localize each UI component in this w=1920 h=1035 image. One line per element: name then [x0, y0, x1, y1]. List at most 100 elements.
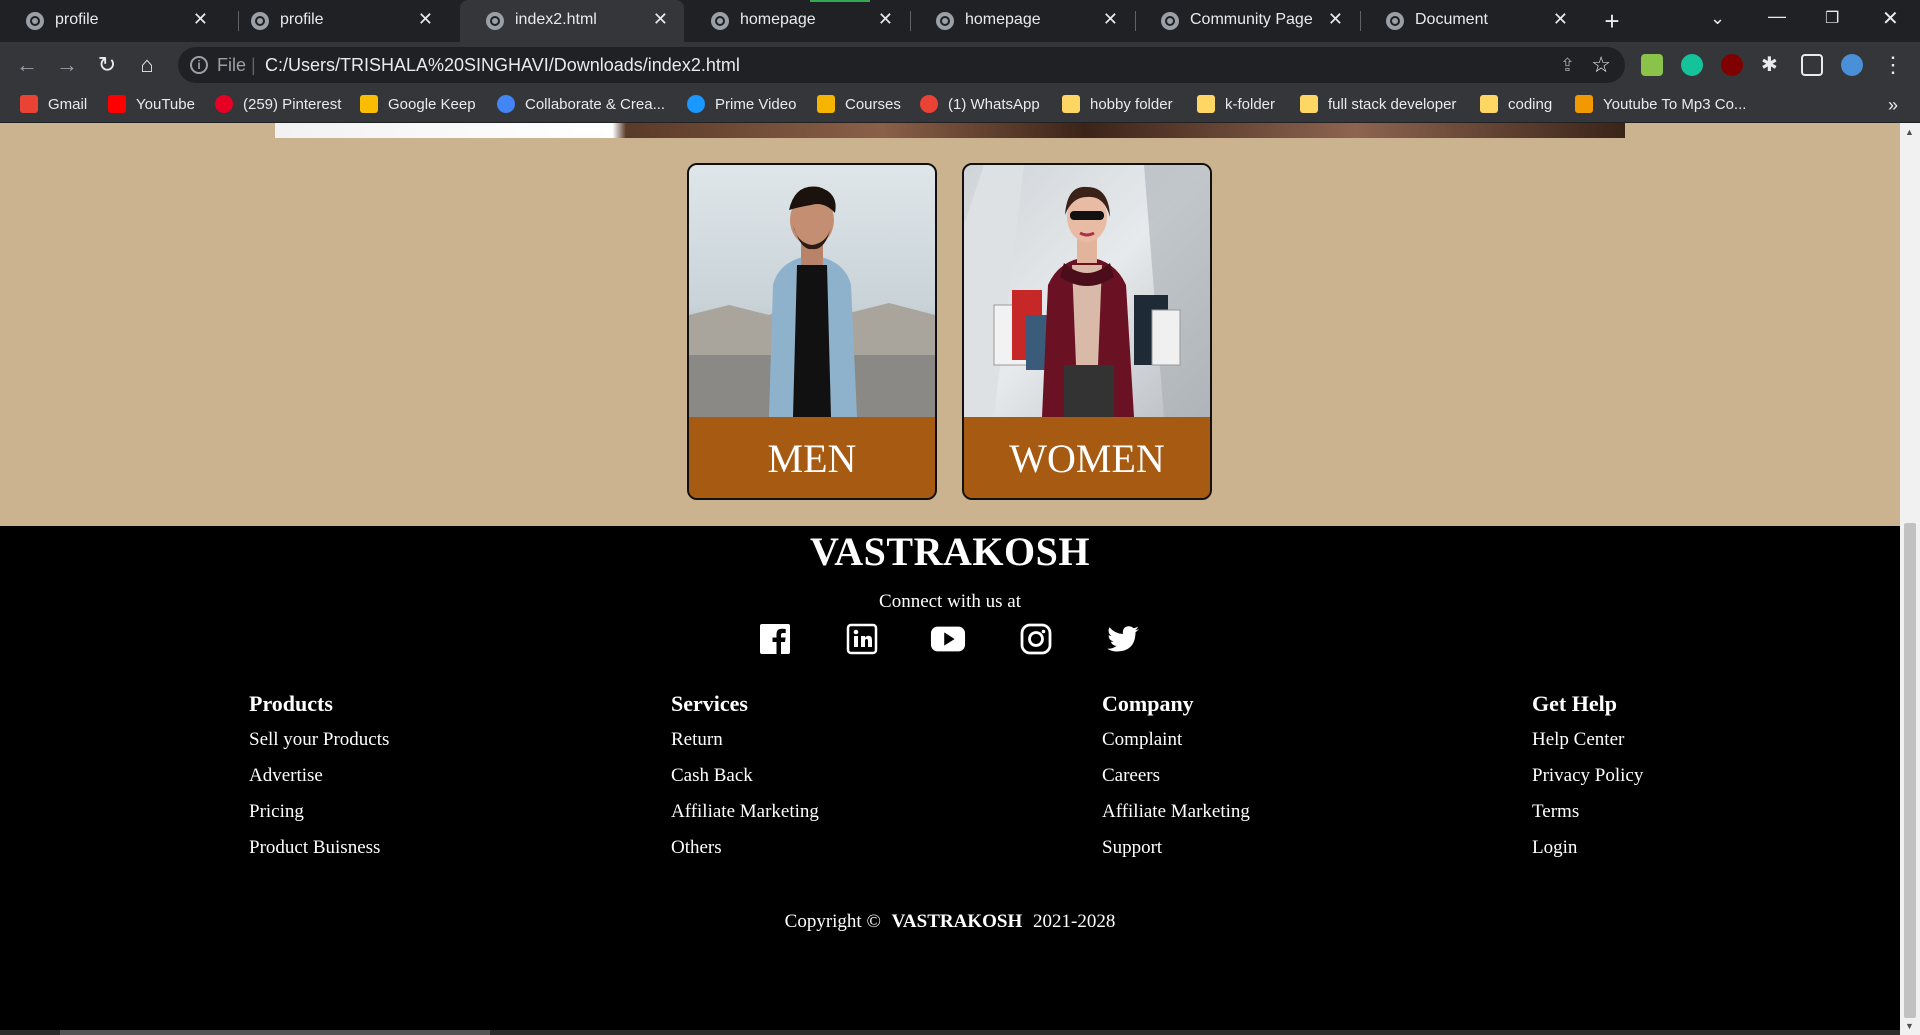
tab-active[interactable]: index2.html ✕	[460, 0, 684, 42]
category-label[interactable]: WOMEN	[964, 417, 1210, 498]
tab[interactable]: Community Page ✕	[1135, 0, 1359, 42]
scroll-down-icon[interactable]: ▼	[1905, 1021, 1914, 1031]
tab-search-icon[interactable]: ⌄	[1710, 8, 1725, 29]
puzzle-icon[interactable]: ✱	[1761, 54, 1783, 76]
prime-video-icon	[687, 95, 705, 113]
footer-link[interactable]: Return	[671, 727, 819, 763]
bookmark-item[interactable]: YouTube	[108, 94, 195, 118]
bookmark-item[interactable]: (259) Pinterest	[215, 94, 341, 118]
instagram-icon[interactable]	[1018, 621, 1054, 657]
category-section: MEN WOMEN	[0, 123, 1900, 526]
tab-title: profile	[55, 11, 99, 28]
gmail-icon	[20, 95, 38, 113]
home-icon[interactable]: ⌂	[132, 50, 162, 80]
bookmark-star-icon[interactable]: ☆	[1591, 52, 1611, 78]
bookmark-item[interactable]: k-folder	[1197, 94, 1275, 118]
footer-link[interactable]: Others	[671, 835, 819, 871]
category-card-women[interactable]: WOMEN	[962, 163, 1212, 500]
tab[interactable]: profile ✕	[225, 0, 449, 42]
footer-link[interactable]: Pricing	[249, 799, 389, 835]
footer-link[interactable]: Careers	[1102, 763, 1250, 799]
bookmarks-overflow-icon[interactable]: »	[1888, 95, 1898, 116]
bookmark-item[interactable]: Gmail	[20, 94, 87, 118]
bookmark-item[interactable]: full stack developer	[1300, 94, 1456, 118]
new-tab-button[interactable]: +	[1597, 6, 1627, 36]
close-icon[interactable]: ✕	[1328, 9, 1343, 30]
info-icon[interactable]: i	[190, 56, 208, 74]
tab[interactable]: homepage ✕	[685, 0, 909, 42]
tab-title: profile	[280, 11, 324, 28]
footer-link[interactable]: Terms	[1532, 799, 1643, 835]
scrollbar-thumb[interactable]	[1904, 523, 1916, 1018]
forward-icon[interactable]: →	[52, 50, 82, 80]
reload-icon[interactable]: ↻	[92, 50, 122, 80]
footer-link[interactable]: Support	[1102, 835, 1250, 871]
footer-link[interactable]: Advertise	[249, 763, 389, 799]
linkedin-icon[interactable]	[844, 621, 880, 657]
tab[interactable]: profile ✕	[0, 0, 224, 42]
folder-icon	[1197, 95, 1215, 113]
vertical-scrollbar[interactable]: ▲ ▼	[1900, 123, 1920, 1035]
back-icon[interactable]: ←	[12, 50, 42, 80]
category-card-men[interactable]: MEN	[687, 163, 937, 500]
bookmark-label: YouTube	[136, 96, 195, 113]
bookmark-item[interactable]: Prime Video	[687, 94, 796, 118]
footer-link[interactable]: Privacy Policy	[1532, 763, 1643, 799]
restore-icon[interactable]: ❐	[1825, 8, 1839, 28]
bookmark-item[interactable]: hobby folder	[1062, 94, 1173, 118]
menu-icon[interactable]: ⋮	[1878, 50, 1908, 80]
bookmark-item[interactable]: Youtube To Mp3 Co...	[1575, 94, 1746, 118]
horizontal-scrollbar[interactable]	[0, 1030, 1900, 1035]
footer-link[interactable]: Product Buisness	[249, 835, 389, 871]
footer-link[interactable]: Affiliate Marketing	[671, 799, 819, 835]
share-icon[interactable]: ⇪	[1560, 55, 1575, 76]
close-icon[interactable]: ✕	[878, 9, 893, 30]
extension-icon[interactable]	[1641, 54, 1663, 76]
footer-link[interactable]: Help Center	[1532, 727, 1643, 763]
bookmark-label: (1) WhatsApp	[948, 96, 1040, 113]
bookmark-label: Gmail	[48, 96, 88, 113]
close-icon[interactable]: ✕	[1103, 9, 1118, 30]
bookmark-label: Collaborate & Crea...	[525, 96, 666, 113]
minimize-icon[interactable]: —	[1768, 6, 1786, 27]
footer-link[interactable]: Cash Back	[671, 763, 819, 799]
address-bar[interactable]: i File | C:/Users/TRISHALA%20SINGHAVI/Do…	[178, 47, 1625, 83]
tab-title: homepage	[740, 11, 816, 28]
profile-avatar[interactable]	[1841, 54, 1863, 76]
bookmark-item[interactable]: coding	[1480, 94, 1552, 118]
youtube-icon[interactable]	[930, 621, 966, 657]
close-icon[interactable]: ✕	[653, 9, 668, 30]
tab[interactable]: Document ✕	[1360, 0, 1584, 42]
bookmark-label: hobby folder	[1090, 96, 1173, 113]
ublock-icon[interactable]	[1721, 54, 1743, 76]
bookmarks-bar: Gmail YouTube (259) Pinterest Google Kee…	[0, 88, 1920, 123]
page-viewport: MEN WOMEN VASTRAKOSH Connect with us at …	[0, 123, 1920, 1035]
bookmark-item[interactable]: Courses	[817, 94, 901, 118]
tab-title: homepage	[965, 11, 1041, 28]
category-label[interactable]: MEN	[689, 417, 935, 498]
bookmark-item[interactable]: Collaborate & Crea...	[497, 94, 665, 118]
url-divider: |	[251, 55, 256, 75]
close-window-icon[interactable]: ✕	[1882, 6, 1899, 31]
bookmark-item[interactable]: (1) WhatsApp	[920, 94, 1040, 118]
footer-link[interactable]: Login	[1532, 835, 1643, 871]
footer-link[interactable]: Affiliate Marketing	[1102, 799, 1250, 835]
close-icon[interactable]: ✕	[1553, 9, 1568, 30]
twitter-icon[interactable]	[1105, 621, 1141, 657]
side-panel-icon[interactable]	[1801, 54, 1823, 76]
footer-column-get-help: Get Help Help Center Privacy Policy Term…	[1532, 691, 1643, 871]
bookmark-label: full stack developer	[1328, 96, 1457, 113]
tab[interactable]: homepage ✕	[910, 0, 1134, 42]
pinterest-icon	[215, 95, 233, 113]
footer-link[interactable]: Sell your Products	[249, 727, 389, 763]
url-text[interactable]: C:/Users/TRISHALA%20SINGHAVI/Downloads/i…	[265, 55, 740, 76]
globe-icon	[711, 12, 729, 30]
horizontal-scrollbar-thumb[interactable]	[60, 1030, 490, 1035]
close-icon[interactable]: ✕	[193, 9, 208, 30]
footer-link[interactable]: Complaint	[1102, 727, 1250, 763]
facebook-icon[interactable]	[757, 621, 793, 657]
scroll-up-icon[interactable]: ▲	[1905, 127, 1914, 137]
grammarly-icon[interactable]	[1681, 54, 1703, 76]
bookmark-item[interactable]: Google Keep	[360, 94, 476, 118]
close-icon[interactable]: ✕	[418, 9, 433, 30]
